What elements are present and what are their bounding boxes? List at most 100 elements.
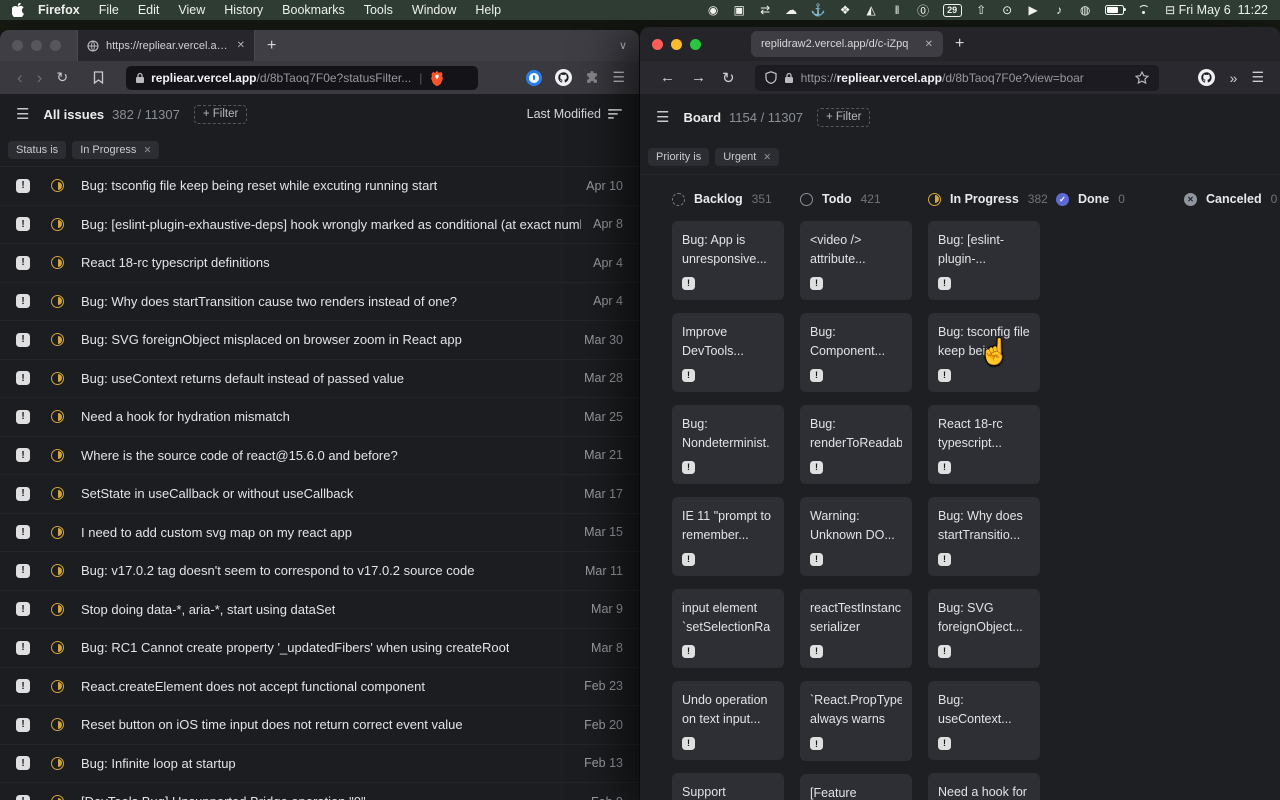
reload-button[interactable]: ↻ (714, 69, 743, 87)
issue-row[interactable]: !Bug: [eslint-plugin-exhaustive-deps] ho… (0, 206, 639, 245)
browser-menu-icon[interactable]: ☰ (1251, 69, 1264, 86)
url-bar[interactable]: https://repliear.vercel.app/d/8bTaoq7F0e… (755, 65, 1159, 91)
issue-row[interactable]: !I need to add custom svg map on my reac… (0, 514, 639, 553)
shield-icon[interactable] (765, 71, 777, 84)
board-card[interactable]: Bug: useContext...! (928, 681, 1040, 760)
app-menu-icon[interactable]: ☰ (656, 108, 669, 126)
play-box-icon[interactable]: ◭ (865, 3, 878, 17)
volume-icon[interactable]: ♪ (1053, 3, 1066, 17)
board-card[interactable]: IE 11 "prompt to remember...! (672, 497, 784, 576)
menu-tools[interactable]: Tools (364, 3, 393, 17)
menu-edit[interactable]: Edit (138, 3, 160, 17)
close-window-button[interactable] (652, 39, 663, 50)
issue-row[interactable]: !SetState in useCallback or without useC… (0, 475, 639, 514)
menu-history[interactable]: History (224, 3, 263, 17)
dropbox-icon[interactable]: ❖ (839, 3, 852, 17)
board-card[interactable]: Need a hook for hydration...! (928, 773, 1040, 800)
close-tab-icon[interactable]: ✕ (237, 40, 245, 51)
minimize-window-button[interactable] (671, 39, 682, 50)
minimize-window-button[interactable] (31, 40, 42, 51)
cloud-icon[interactable]: ☁ (785, 3, 798, 17)
issue-row[interactable]: !Bug: tsconfig file keep being reset whi… (0, 167, 639, 206)
filter-chip[interactable]: Priority is (648, 148, 709, 166)
board-card[interactable]: [Feature request] expo...! (800, 774, 912, 800)
board-card[interactable]: Bug: renderToReadab! (800, 405, 912, 484)
issue-row[interactable]: !React.createElement does not accept fun… (0, 668, 639, 707)
remove-filter-icon[interactable]: ✕ (763, 152, 771, 163)
add-filter-button[interactable]: + Filter (194, 105, 247, 124)
issue-row[interactable]: !Bug: Infinite loop at startupFeb 13 (0, 745, 639, 784)
issue-row[interactable]: !Need a hook for hydration mismatchMar 2… (0, 398, 639, 437)
github-icon[interactable] (555, 69, 572, 86)
stats-bars-icon[interactable]: ‖ (891, 3, 904, 17)
issue-row[interactable]: !Where is the source code of react@15.6.… (0, 437, 639, 476)
board-card[interactable]: Support asynchronous...! (672, 773, 784, 800)
record-icon[interactable]: ◉ (707, 3, 720, 17)
board-card[interactable]: Bug: [eslint-plugin-...! (928, 221, 1040, 300)
close-window-button[interactable] (12, 40, 23, 51)
add-filter-button[interactable]: + Filter (817, 108, 870, 127)
board-card[interactable]: Improve DevTools...! (672, 313, 784, 392)
menubar-clock[interactable]: Fri May 6 11:22 (1179, 3, 1268, 17)
board-card[interactable]: reactTestInstanc serializer! (800, 589, 912, 668)
lock-icon[interactable] (784, 72, 794, 84)
menu-firefox[interactable]: Firefox (38, 3, 80, 17)
remove-filter-icon[interactable]: ✕ (143, 145, 151, 156)
calendar-29-icon[interactable]: 29 (943, 4, 962, 17)
browser-tab[interactable]: https://repliear.vercel.app/d/8b ✕ (77, 30, 255, 61)
forward-button[interactable]: → (683, 69, 714, 86)
board-card[interactable]: Bug: App is unresponsive...! (672, 221, 784, 300)
board-card[interactable]: Undo operation on text input...! (672, 681, 784, 760)
issue-row[interactable]: !Reset button on iOS time input does not… (0, 706, 639, 745)
back-button[interactable]: ‹ (10, 69, 30, 86)
issue-row[interactable]: !Bug: v17.0.2 tag doesn't seem to corres… (0, 552, 639, 591)
forward-button[interactable]: › (30, 69, 50, 86)
extensions-puzzle-icon[interactable] (585, 71, 599, 85)
zoom-window-button[interactable] (50, 40, 61, 51)
issue-row[interactable]: !Bug: Why does startTransition cause two… (0, 283, 639, 322)
board-card[interactable]: Warning: Unknown DO...! (800, 497, 912, 576)
url-bar[interactable]: repliear.vercel.app/d/8bTaoq7F0e?statusF… (126, 66, 478, 90)
issue-row[interactable]: !Bug: SVG foreignObject misplaced on bro… (0, 321, 639, 360)
profiles-icon[interactable]: ⊟ (1164, 3, 1177, 17)
board-card[interactable]: Bug: Component...! (800, 313, 912, 392)
wifi-icon[interactable] (1137, 5, 1151, 16)
power-icon[interactable]: ⊙ (1001, 3, 1014, 17)
board-card[interactable]: React 18-rc typescript...! (928, 405, 1040, 484)
zoom-window-button[interactable] (690, 39, 701, 50)
new-tab-button[interactable]: + (955, 35, 964, 53)
menu-window[interactable]: Window (412, 3, 456, 17)
onepassword-icon[interactable] (526, 70, 542, 86)
filter-chip[interactable]: In Progress✕ (72, 141, 159, 159)
board-card[interactable]: Bug: Why does startTransitio...! (928, 497, 1040, 576)
bookmark-star-icon[interactable] (1135, 71, 1149, 85)
issue-row[interactable]: !Stop doing data-*, aria-*, start using … (0, 591, 639, 630)
back-button[interactable]: ← (652, 69, 683, 86)
board-card[interactable]: Bug: SVG foreignObject...! (928, 589, 1040, 668)
close-tab-icon[interactable]: ✕ (925, 39, 933, 50)
play-circle-icon[interactable]: ▶ (1027, 3, 1040, 17)
reload-button[interactable]: ↻ (49, 69, 75, 86)
issue-row[interactable]: !Bug: useContext returns default instead… (0, 360, 639, 399)
menu-bookmarks[interactable]: Bookmarks (282, 3, 345, 17)
apple-menu-icon[interactable] (12, 3, 24, 17)
bookmark-ribbon-icon[interactable] (93, 71, 104, 84)
assistant-icon[interactable]: ◍ (1079, 3, 1092, 17)
browser-menu-icon[interactable]: ☰ (612, 69, 625, 86)
menu-view[interactable]: View (178, 3, 205, 17)
github-icon[interactable] (1198, 69, 1215, 86)
filter-chip[interactable]: Status is (8, 141, 66, 159)
board-card[interactable]: <video /> attribute...! (800, 221, 912, 300)
list-tabs-chevron-icon[interactable]: ∨ (619, 39, 627, 52)
sort-control[interactable]: Last Modified (527, 107, 623, 121)
issue-row[interactable]: ![DevTools Bug] Unsupported Bridge opera… (0, 783, 639, 800)
issue-row[interactable]: !Bug: RC1 Cannot create property '_updat… (0, 629, 639, 668)
issue-row[interactable]: !React 18-rc typescript definitionsApr 4 (0, 244, 639, 283)
zero-badge-icon[interactable]: ⓪ (917, 2, 930, 19)
browser-tab[interactable]: replidraw2.vercel.app/d/c-iZpq ✕ (751, 31, 943, 57)
menu-help[interactable]: Help (475, 3, 501, 17)
menu-file[interactable]: File (99, 3, 119, 17)
sync-icon[interactable]: ⇄ (759, 3, 772, 17)
upload-icon[interactable]: ⇧ (975, 3, 988, 17)
screen-share-icon[interactable]: ▣ (733, 3, 746, 17)
